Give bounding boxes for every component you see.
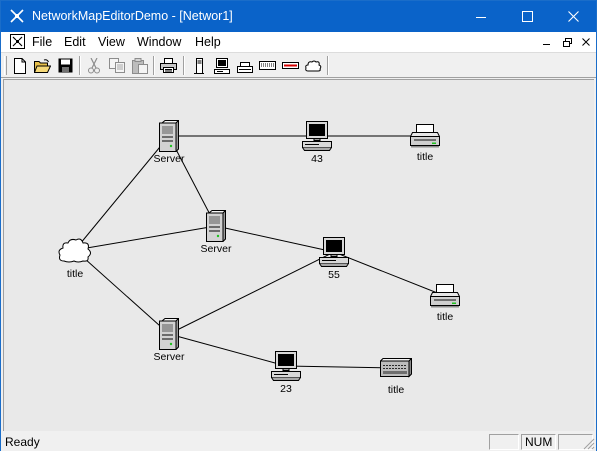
network-map-canvas[interactable]: Server 43 title Server title 55 title Server 23 t…: [3, 79, 594, 431]
server-tool-icon: [193, 57, 204, 74]
computer-icon[interactable]: [319, 237, 349, 267]
maximize-icon: [521, 11, 533, 22]
node-label: title: [387, 384, 405, 396]
new-file-icon: [13, 57, 26, 74]
mdi-minimize-button[interactable]: [540, 35, 554, 49]
printer-tool-icon: [236, 61, 253, 73]
mdi-restore-button[interactable]: [560, 35, 574, 49]
node-label: 23: [280, 383, 292, 395]
network-link[interactable]: [333, 251, 446, 297]
cloud-tool-icon: [305, 60, 322, 71]
close-button[interactable]: [550, 1, 596, 32]
cut-icon: [87, 57, 100, 73]
network-link[interactable]: [215, 225, 335, 253]
link-tool-icon: [282, 61, 299, 69]
hub-tool-button[interactable]: [258, 56, 277, 75]
app-window: NetworkMapEditorDemo - [Networ1] File Ed…: [0, 0, 597, 451]
menu-window[interactable]: Window: [137, 35, 181, 49]
print-button[interactable]: [159, 56, 178, 75]
save-button[interactable]: [56, 56, 75, 75]
save-icon: [58, 58, 73, 73]
menu-help[interactable]: Help: [195, 35, 221, 49]
print-icon: [160, 58, 177, 73]
status-bar: Ready NUM: [1, 433, 596, 451]
toolbar-separator: [183, 56, 185, 75]
toolbar: [1, 52, 596, 78]
node-label: 55: [328, 269, 340, 281]
node-label: title: [416, 151, 434, 163]
cloud-icon[interactable]: [58, 237, 92, 263]
node-label: title: [436, 311, 454, 323]
node-label: Server: [200, 243, 232, 255]
close-icon: [582, 38, 590, 46]
server-icon[interactable]: [159, 317, 180, 351]
menu-view[interactable]: View: [98, 35, 125, 49]
minimize-icon: [543, 44, 550, 45]
toolbar-grip[interactable]: [4, 56, 7, 75]
node-label: title: [66, 268, 84, 280]
toolbar-separator: [79, 56, 81, 75]
cloud-tool-button[interactable]: [304, 56, 323, 75]
new-button[interactable]: [10, 56, 29, 75]
resize-grip-icon[interactable]: [583, 438, 595, 450]
toolbar-separator: [327, 56, 329, 75]
paste-button[interactable]: [130, 56, 149, 75]
toolbar-separator: [153, 56, 155, 75]
link-tool-button[interactable]: [281, 56, 300, 75]
title-bar[interactable]: NetworkMapEditorDemo - [Networ1]: [1, 1, 596, 32]
printer-icon[interactable]: [429, 284, 461, 308]
minimize-icon: [476, 16, 486, 18]
server-icon[interactable]: [159, 119, 180, 153]
server-icon[interactable]: [206, 209, 227, 243]
server-tool-button[interactable]: [189, 56, 208, 75]
network-app-icon: [9, 8, 25, 24]
node-label: Server: [153, 153, 185, 165]
cut-button[interactable]: [84, 56, 103, 75]
hub-tool-icon: [259, 60, 276, 70]
minimize-button[interactable]: [458, 1, 504, 32]
menu-edit[interactable]: Edit: [64, 35, 86, 49]
computer-icon[interactable]: [302, 121, 332, 151]
close-icon: [567, 11, 579, 22]
mdi-close-button[interactable]: [579, 35, 593, 49]
menu-bar: File Edit View Window Help: [1, 32, 596, 52]
status-pane-num: NUM: [521, 434, 556, 450]
network-link[interactable]: [168, 251, 335, 335]
computer-tool-button[interactable]: [212, 56, 231, 75]
node-label: 43: [311, 153, 323, 165]
computer-tool-icon: [213, 57, 230, 74]
paste-icon: [131, 57, 148, 74]
printer-tool-button[interactable]: [235, 56, 254, 75]
hub-icon[interactable]: [379, 357, 413, 378]
network-link[interactable]: [168, 333, 287, 367]
computer-icon[interactable]: [271, 351, 301, 381]
maximize-button[interactable]: [504, 1, 550, 32]
status-pane-caps: [489, 434, 519, 450]
open-button[interactable]: [33, 56, 52, 75]
menu-file[interactable]: File: [32, 35, 52, 49]
restore-icon: [562, 37, 572, 47]
network-link[interactable]: [74, 225, 217, 251]
document-system-menu-icon[interactable]: [10, 34, 25, 49]
window-title: NetworkMapEditorDemo - [Networ1]: [32, 9, 233, 23]
node-label: Server: [153, 351, 185, 363]
copy-button[interactable]: [107, 56, 126, 75]
printer-icon[interactable]: [409, 124, 441, 148]
open-folder-icon: [34, 58, 51, 73]
status-text: Ready: [5, 435, 40, 449]
copy-icon: [108, 58, 125, 73]
